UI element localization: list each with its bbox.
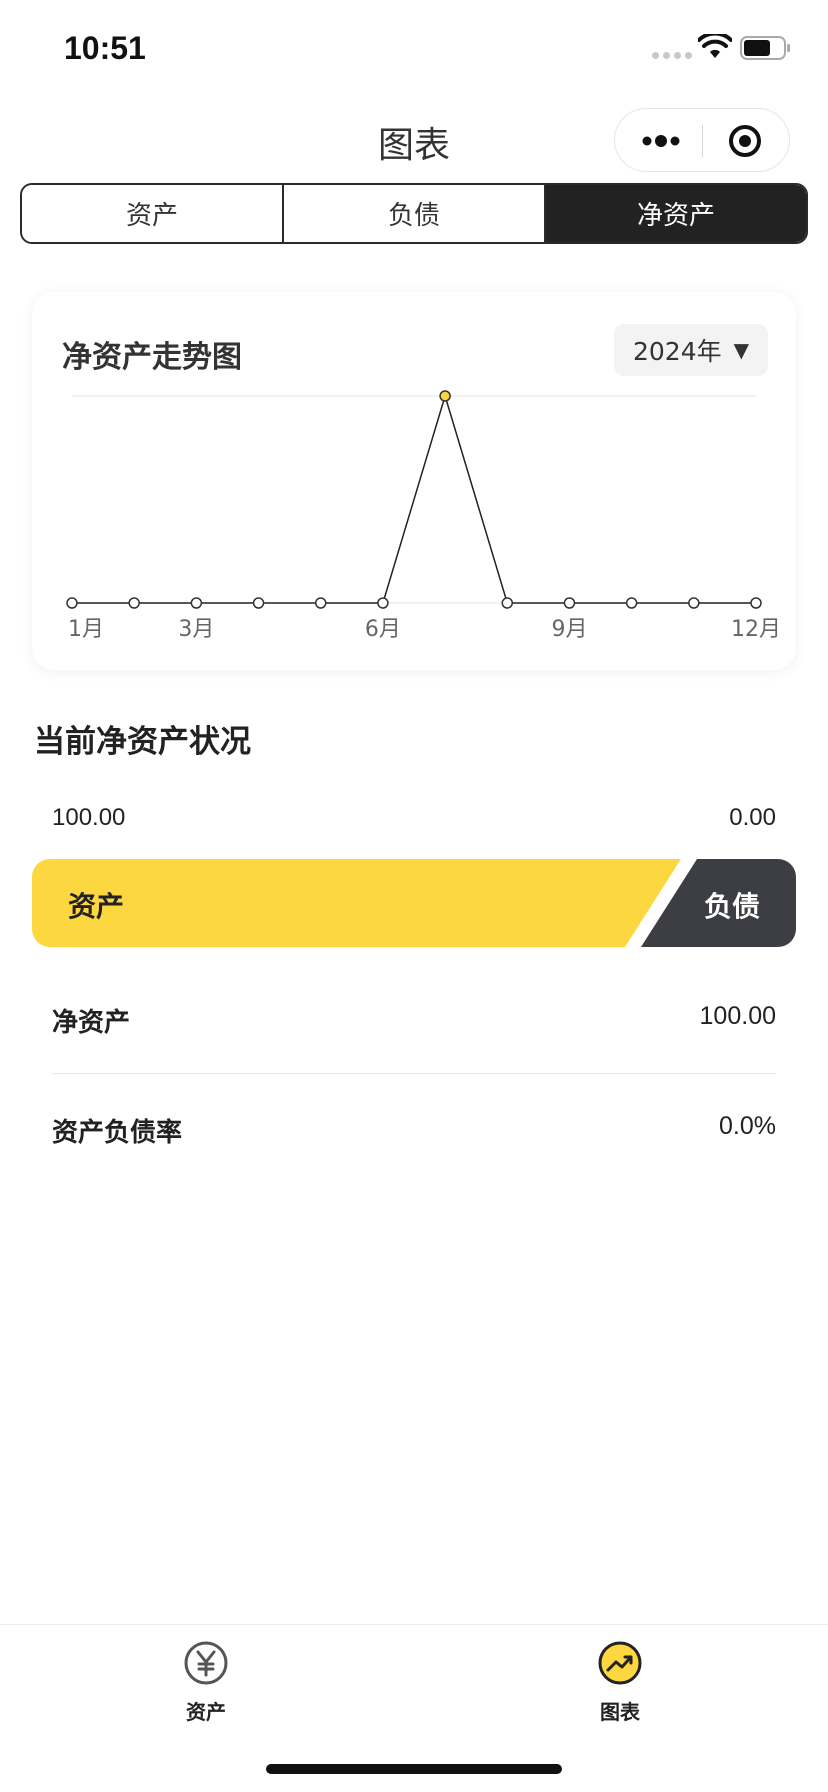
series-line [72,393,756,604]
tab-liabilities[interactable]: 负债 [284,185,546,242]
data-point-7 [439,390,451,402]
status-time: 10:51 [64,30,146,66]
row-divider [52,1073,776,1074]
wifi-icon [698,34,732,58]
liability-total-value: 0.00 [729,804,776,831]
x-tick-label: 6月 [365,617,401,642]
trend-chart-icon [598,1641,642,1685]
chart-card: 净资产走势图 2024年 ▼ 1月 3月 6月 9月 12月 [32,292,796,670]
x-tick-label: 1月 [68,617,104,642]
data-point-2 [128,597,140,609]
data-point-5 [314,597,327,609]
tabbar-item-charts[interactable]: 图表 [560,1640,680,1725]
close-target-icon[interactable] [727,123,763,159]
asset-bar-label: 资产 [68,890,125,923]
debt-ratio-value: 0.0% [719,1112,776,1140]
data-point-8 [501,597,514,609]
debt-ratio-row: 资产负债率 0.0% [52,1112,776,1149]
more-icon[interactable] [641,127,681,155]
liability-bar-label: 负债 [703,890,760,923]
data-point-12 [750,597,762,609]
net-asset-value: 100.00 [699,1002,776,1030]
yen-icon [184,1641,228,1685]
net-asset-line-chart: 1月 3月 6月 9月 12月 [66,390,781,642]
asset-bar-segment [32,859,681,947]
tab-net-assets[interactable]: 净资产 [546,185,806,242]
tab-assets[interactable]: 资产 [22,185,284,242]
x-tick-label: 3月 [178,617,214,642]
net-asset-label: 净资产 [52,1008,131,1038]
data-point-1 [66,597,78,609]
section-title: 当前净资产状况 [34,724,251,760]
x-tick-label: 12月 [731,617,781,642]
x-tick-label: 9月 [551,617,587,642]
capsule-divider [702,125,703,157]
tabbar-divider [0,1624,828,1625]
mini-program-capsule [614,108,790,172]
page: 10:51 图表 资产 负债 净资产 净资产走势图 2024年 ▼ 1月3月 [0,0,828,1792]
data-point-9 [563,597,576,609]
data-point-4 [252,597,265,609]
tabbar-item-assets[interactable]: 资产 [146,1640,266,1725]
data-point-10 [625,597,638,609]
asset-liability-bar: 资产 负债 [32,859,796,947]
data-point-6 [377,597,389,609]
asset-total-value: 100.00 [52,804,126,831]
debt-ratio-label: 资产负债率 [52,1118,183,1148]
tabbar-label-assets: 资产 [186,1700,226,1724]
battery-icon [740,36,790,60]
tabbar-label-charts: 图表 [600,1700,640,1724]
cellular-signal-icon [652,52,692,59]
net-asset-row: 净资产 100.00 [52,1002,776,1039]
segmented-tabs: 资产 负债 净资产 [20,183,808,244]
data-point-11 [688,597,700,609]
home-indicator [266,1764,562,1774]
data-point-3 [190,597,203,609]
